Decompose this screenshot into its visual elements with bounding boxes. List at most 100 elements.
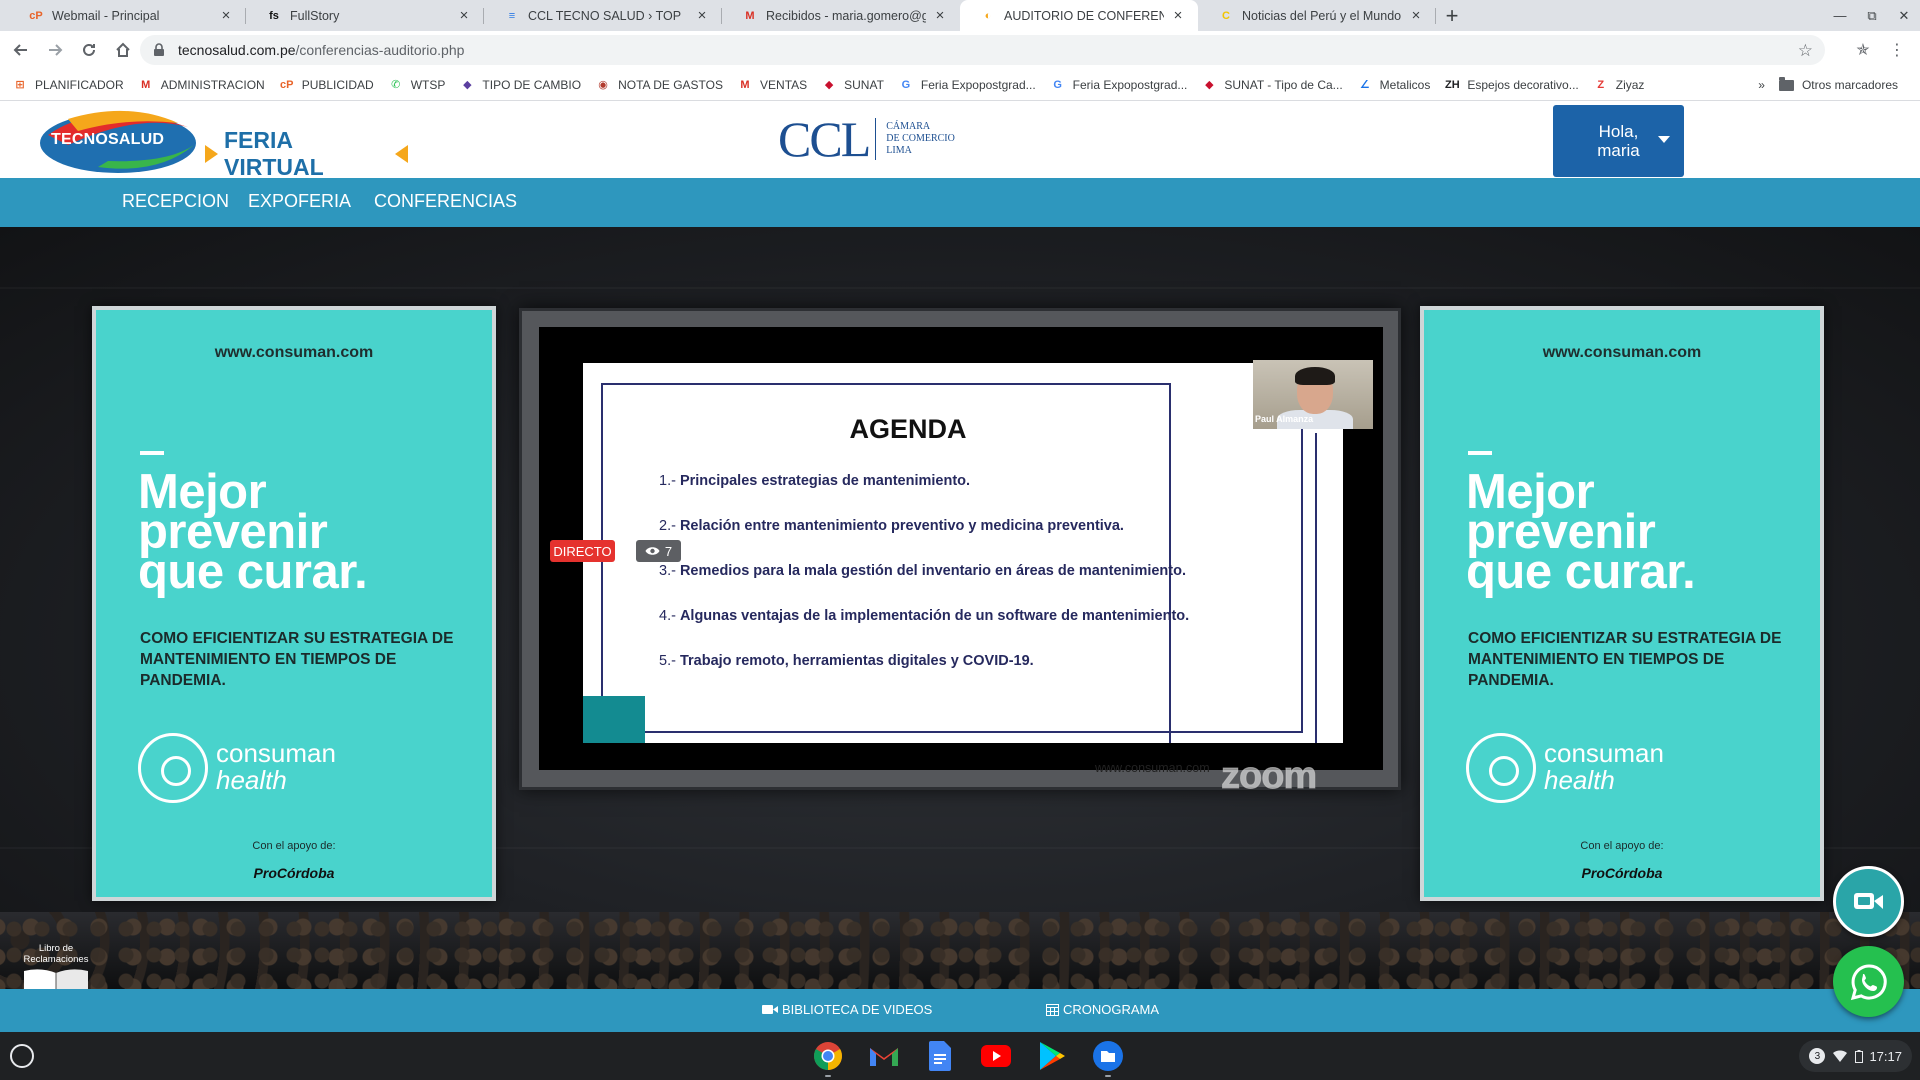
status-tray[interactable]: 3 17:17 (1799, 1040, 1912, 1072)
user-menu-button[interactable]: Hola, maria (1553, 105, 1684, 177)
other-bookmarks[interactable]: Otros marcadores (1802, 78, 1898, 92)
nav-recepcion[interactable]: RECEPCION (122, 191, 229, 212)
bookmark-item[interactable]: G Feria Expopostgrad... (1050, 77, 1187, 93)
minimize-button[interactable]: — (1824, 0, 1856, 31)
chrome-app[interactable] (808, 1039, 848, 1077)
bookmark-item[interactable]: ∠ Metalicos (1357, 77, 1431, 93)
whatsapp-icon: ✆ (391, 79, 401, 91)
browser-tab[interactable]: ◐ AUDITORIO DE CONFERENCIAS × (960, 0, 1198, 31)
biblioteca-videos-link[interactable]: BIBLIOTECA DE VIDEOS (762, 1002, 932, 1017)
extensions-icon[interactable]: ✯ (1846, 33, 1880, 67)
procordoba-logo: ProCórdoba (1581, 865, 1663, 881)
files-app[interactable] (1088, 1039, 1128, 1077)
eye-icon (645, 547, 660, 555)
back-button[interactable] (4, 33, 38, 67)
home-button[interactable] (106, 33, 140, 67)
bookmark-item[interactable]: Z Ziyaz (1593, 77, 1644, 93)
whatsapp-icon (1850, 963, 1887, 1000)
ziyaz-icon: Z (1597, 78, 1605, 91)
slide-footer-url: www.consuman.com (1095, 761, 1210, 775)
browser-tab-strip: cP Webmail - Principal × fs FullStory × ≡ CCL T… (0, 0, 1920, 31)
menu-kebab-icon[interactable]: ⋮ (1880, 33, 1914, 67)
bookmark-item[interactable]: ⊞ PLANIFICADOR (12, 77, 123, 93)
close-tab-icon[interactable]: × (932, 7, 948, 24)
nav-conferencias[interactable]: CONFERENCIAS (374, 191, 517, 212)
address-bar[interactable]: tecnosalud.com.pe/conferencias-auditorio… (140, 35, 1825, 65)
close-tab-icon[interactable]: × (694, 7, 710, 24)
bookmark-star-icon[interactable]: ☆ (1798, 41, 1813, 61)
bookmark-item[interactable]: ◉ NOTA DE GASTOS (595, 77, 723, 93)
chevron-right-icon (205, 145, 218, 163)
banner-brand-sub: health (1544, 765, 1615, 795)
window-controls: — ⧉ ✕ (1824, 0, 1920, 31)
browser-tab[interactable]: cP Webmail - Principal × (8, 0, 246, 31)
close-tab-icon[interactable]: × (218, 7, 234, 24)
speaker-camera: Paul Almanza (1253, 360, 1373, 429)
arrow-right-icon (49, 44, 63, 56)
libro-reclamaciones-link[interactable]: Libro de Reclamaciones (16, 943, 96, 989)
browser-tab[interactable]: C Noticias del Perú y el Mundo | Co × (1198, 0, 1436, 31)
browser-tab[interactable]: M Recibidos - maria.gomero@grup × (722, 0, 960, 31)
bookmark-item[interactable]: cP PUBLICIDAD (279, 77, 374, 93)
cronograma-link[interactable]: CRONOGRAMA (1046, 1002, 1159, 1017)
bookmark-item[interactable]: ZH Espejos decorativo... (1444, 77, 1579, 93)
agenda-item: 2.- Relación entre mantenimiento prevent… (659, 518, 1124, 534)
whatsapp-button[interactable] (1833, 946, 1904, 1017)
wifi-icon (1833, 1050, 1848, 1062)
browser-tab[interactable]: fs FullStory × (246, 0, 484, 31)
slide-title: AGENDA (849, 414, 967, 444)
forward-button[interactable] (38, 33, 72, 67)
bookmark-item[interactable]: ✆ WTSP (388, 77, 446, 93)
close-window-button[interactable]: ✕ (1888, 0, 1920, 31)
planner-icon: ⊞ (15, 79, 25, 91)
tecnosalud-logo[interactable]: TECNOSALUD FERIA VIRTUAL (38, 105, 408, 180)
site-footer-bar: BIBLIOTECA DE VIDEOS CRONOGRAMA (0, 989, 1920, 1032)
close-tab-icon[interactable]: × (1170, 7, 1186, 24)
agenda-list: 1.- Principales estrategias de mantenimi… (659, 473, 1189, 698)
bookmark-item[interactable]: ◆ SUNAT - Tipo de Ca... (1201, 77, 1343, 93)
banner-support: Con el apoyo de: (252, 840, 336, 852)
banner-dash (140, 451, 164, 455)
app-running-indicator (825, 1075, 831, 1077)
audience-seats (0, 912, 1920, 989)
ccl-line-3: LIMA (886, 145, 912, 156)
feria-virtual-label: FERIA VIRTUAL (205, 127, 408, 181)
close-tab-icon[interactable]: × (456, 7, 472, 24)
restore-button[interactable]: ⧉ (1856, 0, 1888, 31)
docs-app[interactable] (920, 1039, 960, 1073)
sponsor-banner-left[interactable]: www.consuman.com Mejor prevenir que curar.… (92, 306, 496, 901)
tab-title: Recibidos - maria.gomero@grup (766, 8, 926, 23)
bookmarks-overflow-button[interactable]: » (1758, 78, 1765, 92)
play-store-app[interactable] (1032, 1039, 1072, 1073)
gmail-app[interactable] (864, 1039, 904, 1073)
speaker-hair (1295, 367, 1335, 385)
speaker-name: Paul Almanza (1255, 414, 1314, 424)
agenda-item: 3.- Remedios para la mala gestión del in… (659, 563, 1187, 579)
close-tab-icon[interactable]: × (1408, 7, 1424, 24)
libro-label: Libro de Reclamaciones (23, 943, 89, 965)
zoom-watermark: zoom (1220, 755, 1317, 798)
bookmark-item[interactable]: ◆ SUNAT (821, 77, 884, 93)
agenda-item: 1.- Principales estrategias de mantenimi… (659, 473, 971, 489)
sponsor-banner-right[interactable]: www.consuman.com Mejor prevenir que curar.… (1420, 306, 1824, 901)
banner-brand-sub: health (216, 765, 287, 795)
nav-expoferia[interactable]: EXPOFERIA (248, 191, 351, 212)
chat-button[interactable] (1833, 866, 1904, 937)
youtube-app[interactable] (976, 1039, 1016, 1073)
bookmark-item[interactable]: G Feria Expopostgrad... (898, 77, 1036, 93)
bookmark-item[interactable]: M ADMINISTRACION (138, 77, 265, 93)
browser-tab[interactable]: ≡ CCL TECNO SALUD › TOP × (484, 0, 722, 31)
logo-text: TECNOSALUD (51, 131, 165, 148)
banner-dash (1468, 451, 1492, 455)
bookmark-item[interactable]: ◆ TIPO DE CAMBIO (459, 77, 581, 93)
bookmark-item[interactable]: M VENTAS (737, 77, 807, 93)
new-tab-button[interactable]: + (1436, 0, 1468, 31)
launcher-button[interactable] (10, 1044, 34, 1068)
viewer-count: 7 (664, 543, 673, 559)
bookmark-label: ADMINISTRACION (160, 77, 265, 92)
exchange-icon: ◆ (463, 79, 472, 91)
live-badge: DIRECTO (550, 540, 615, 562)
bookmark-label: WTSP (410, 77, 446, 92)
slide-border (1315, 433, 1317, 743)
reload-button[interactable] (72, 33, 106, 67)
